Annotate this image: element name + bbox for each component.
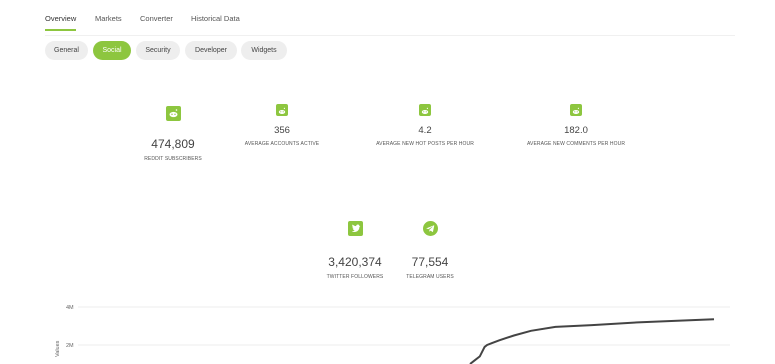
chart-svg: 4M 2M Values [55,305,730,364]
stat-value: 356 [274,125,290,136]
stat-value: 4.2 [418,125,432,136]
stat-value: 182.0 [564,125,588,136]
stat-label: REDDIT SUBSCRIBERS [144,156,202,162]
pill-general[interactable]: General [45,41,88,60]
y-axis-label: Values [55,340,61,357]
stat-hot-posts-per-hour: 4.2 AVERAGE NEW HOT POSTS PER HOUR [365,104,485,147]
top-tab-bar: Overview Markets Converter Historical Da… [45,14,735,36]
stat-value: 474,809 [151,137,195,151]
stat-reddit-subscribers: 474,809 REDDIT SUBSCRIBERS [113,106,233,162]
pill-security[interactable]: Security [136,41,180,60]
reddit-icon [276,104,288,116]
tab-markets[interactable]: Markets [95,14,122,29]
y-tick-2m: 2M [66,343,74,349]
pill-social[interactable]: Social [93,41,131,60]
tab-overview[interactable]: Overview [45,14,77,31]
tab-historical-data[interactable]: Historical Data [191,14,240,29]
pill-developer[interactable]: Developer [185,41,237,60]
pill-widgets[interactable]: Widgets [241,41,287,60]
stat-accounts-active: 356 AVERAGE ACCOUNTS ACTIVE [222,104,342,147]
stat-label: AVERAGE NEW COMMENTS PER HOUR [526,141,626,147]
reddit-icon [165,106,181,121]
stat-comments-per-hour: 182.0 AVERAGE NEW COMMENTS PER HOUR [516,104,636,147]
tab-converter[interactable]: Converter [140,14,173,29]
stat-label: AVERAGE NEW HOT POSTS PER HOUR [376,141,474,147]
series-line [469,318,715,364]
stat-telegram-users: 77,554 TELEGRAM USERS [370,221,490,280]
reddit-icon [419,104,431,116]
stat-value: 77,554 [411,255,449,269]
telegram-icon [422,221,438,236]
reddit-icon [570,104,582,116]
followers-chart: 4M 2M Values [0,295,775,364]
twitter-icon [347,221,363,236]
y-tick-4m: 4M [66,305,74,311]
stat-label: TELEGRAM USERS [406,274,454,280]
stat-label: AVERAGE ACCOUNTS ACTIVE [244,141,320,147]
